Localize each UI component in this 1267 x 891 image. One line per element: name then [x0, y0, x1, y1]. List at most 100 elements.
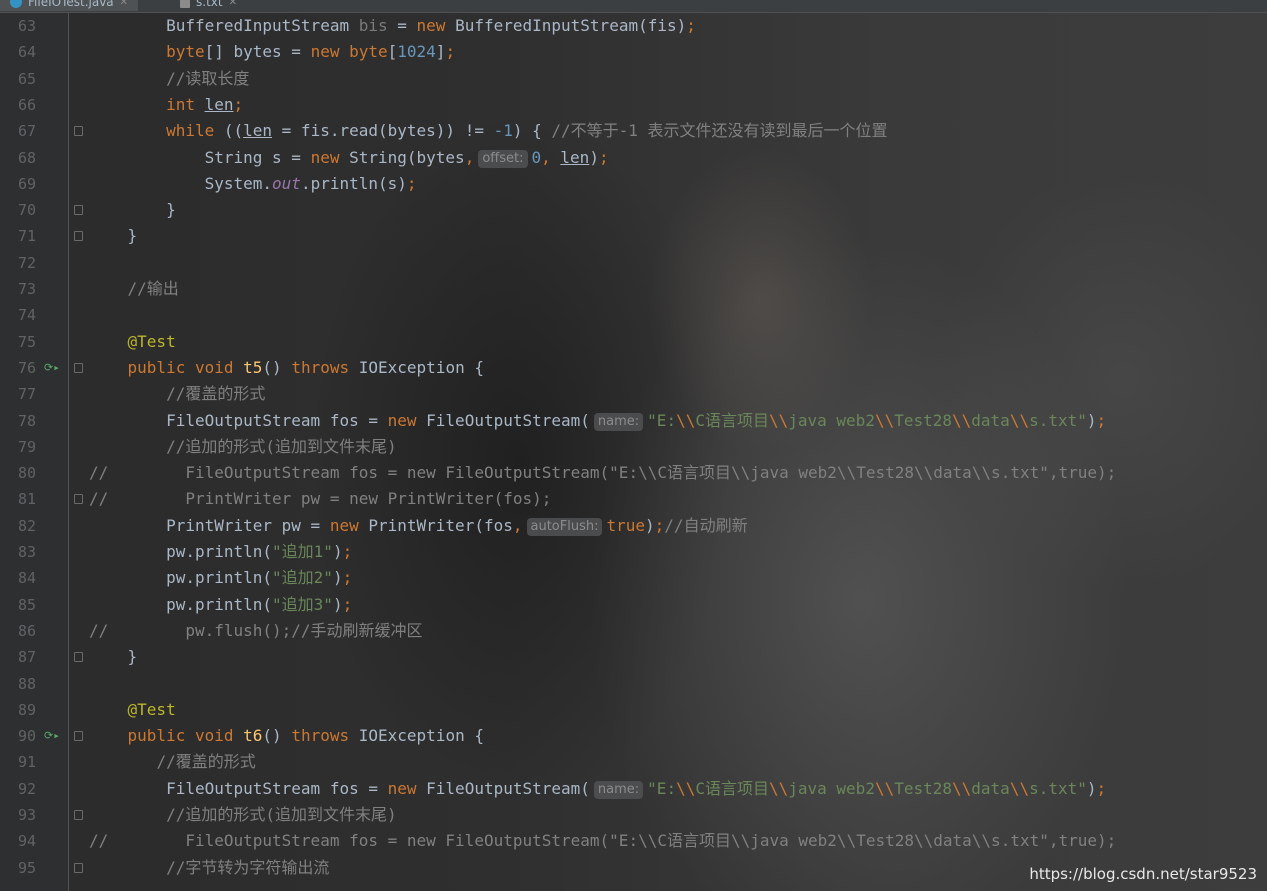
code-line[interactable]: 74: [0, 302, 1267, 328]
code-line[interactable]: 73 //输出: [0, 276, 1267, 302]
fold-marker-icon[interactable]: [74, 205, 83, 216]
line-number[interactable]: 93: [0, 802, 36, 828]
code-line[interactable]: 84 pw.println("追加2");: [0, 565, 1267, 591]
code-line[interactable]: 78 FileOutputStream fos = new FileOutput…: [0, 408, 1267, 434]
code-line[interactable]: 79 //追加的形式(追加到文件末尾): [0, 434, 1267, 460]
run-test-icon[interactable]: ⟳▸: [44, 729, 60, 743]
code-text[interactable]: pw.println("追加1");: [89, 539, 352, 565]
line-number[interactable]: 85: [0, 592, 36, 618]
line-number[interactable]: 77: [0, 381, 36, 407]
code-line[interactable]: 77 //覆盖的形式: [0, 381, 1267, 407]
line-number[interactable]: 81: [0, 486, 36, 512]
line-number[interactable]: 64: [0, 39, 36, 65]
code-text[interactable]: }: [89, 644, 138, 670]
fold-marker-icon[interactable]: [74, 862, 83, 873]
line-number[interactable]: 89: [0, 697, 36, 723]
code-line[interactable]: 68 String s = new String(bytes, offset: 0,…: [0, 145, 1267, 171]
line-number[interactable]: 78: [0, 408, 36, 434]
code-text[interactable]: }: [89, 223, 138, 249]
code-editor[interactable]: 63 BufferedInputStream bis = new Buffere…: [0, 13, 1267, 891]
tab-s-txt[interactable]: s.txt ✕: [170, 0, 247, 11]
code-line[interactable]: 83 pw.println("追加1");: [0, 539, 1267, 565]
code-line[interactable]: 91 //覆盖的形式: [0, 749, 1267, 775]
code-text[interactable]: public void t5() throws IOException {: [89, 355, 484, 381]
close-icon[interactable]: ✕: [229, 0, 237, 8]
line-number[interactable]: 70: [0, 197, 36, 223]
code-line[interactable]: 87 }: [0, 644, 1267, 670]
code-line[interactable]: 64 byte[] bytes = new byte[1024];: [0, 39, 1267, 65]
line-number[interactable]: 94: [0, 828, 36, 854]
line-number[interactable]: 88: [0, 671, 36, 697]
code-line[interactable]: 65 //读取长度: [0, 66, 1267, 92]
line-number[interactable]: 73: [0, 276, 36, 302]
code-text[interactable]: String s = new String(bytes, offset: 0, le…: [89, 145, 609, 171]
code-text[interactable]: //覆盖的形式: [89, 749, 255, 775]
line-number[interactable]: 90: [0, 723, 36, 749]
code-line[interactable]: 92 FileOutputStream fos = new FileOutput…: [0, 776, 1267, 802]
line-number[interactable]: 92: [0, 776, 36, 802]
code-text[interactable]: FileOutputStream fos = new FileOutputStr…: [89, 408, 1106, 434]
code-text[interactable]: public void t6() throws IOException {: [89, 723, 484, 749]
code-text[interactable]: //输出: [89, 276, 179, 302]
line-number[interactable]: 83: [0, 539, 36, 565]
code-line[interactable]: 93 //追加的形式(追加到文件末尾): [0, 802, 1267, 828]
code-text[interactable]: @Test: [89, 697, 176, 723]
code-text[interactable]: // PrintWriter pw = new PrintWriter(fos)…: [89, 486, 551, 512]
line-number[interactable]: 74: [0, 302, 36, 328]
close-icon[interactable]: ✕: [120, 0, 128, 8]
fold-marker-icon[interactable]: [74, 362, 83, 373]
code-line[interactable]: 69 System.out.println(s);: [0, 171, 1267, 197]
code-line[interactable]: 71 }: [0, 223, 1267, 249]
code-line[interactable]: 88: [0, 671, 1267, 697]
fold-marker-icon[interactable]: [74, 810, 83, 820]
code-text[interactable]: //追加的形式(追加到文件末尾): [89, 802, 397, 828]
code-line[interactable]: 89 @Test: [0, 697, 1267, 723]
code-line[interactable]: 76 ⟳▸ public void t5() throws IOException…: [0, 355, 1267, 381]
code-line[interactable]: 72: [0, 250, 1267, 276]
line-number[interactable]: 84: [0, 565, 36, 591]
fold-marker-icon[interactable]: [74, 231, 83, 242]
code-text[interactable]: pw.println("追加2");: [89, 565, 352, 591]
line-number[interactable]: 72: [0, 250, 36, 276]
line-number[interactable]: 86: [0, 618, 36, 644]
line-number[interactable]: 63: [0, 13, 36, 39]
fold-marker-icon[interactable]: [74, 652, 83, 663]
fold-marker-icon[interactable]: [74, 731, 83, 742]
code-text[interactable]: }: [89, 197, 176, 223]
code-text[interactable]: //覆盖的形式: [89, 381, 265, 407]
code-line[interactable]: 81 // PrintWriter pw = new PrintWriter(fo…: [0, 486, 1267, 512]
line-number[interactable]: 75: [0, 329, 36, 355]
code-line[interactable]: 86 // pw.flush();//手动刷新缓冲区: [0, 618, 1267, 644]
line-number[interactable]: 66: [0, 92, 36, 118]
line-number[interactable]: 87: [0, 644, 36, 670]
code-text[interactable]: //字节转为字符输出流: [89, 855, 329, 881]
code-text[interactable]: //追加的形式(追加到文件末尾): [89, 434, 397, 460]
line-number[interactable]: 69: [0, 171, 36, 197]
line-number[interactable]: 67: [0, 118, 36, 144]
code-line[interactable]: 94 // FileOutputStream fos = new FileOutp…: [0, 828, 1267, 854]
code-text[interactable]: pw.println("追加3");: [89, 592, 352, 618]
code-line[interactable]: 63 BufferedInputStream bis = new Buffere…: [0, 13, 1267, 39]
line-number[interactable]: 68: [0, 145, 36, 171]
code-text[interactable]: PrintWriter pw = new PrintWriter(fos, aut…: [89, 513, 748, 539]
line-number[interactable]: 71: [0, 223, 36, 249]
code-line[interactable]: 80 // FileOutputStream fos = new FileOutp…: [0, 460, 1267, 486]
line-number[interactable]: 65: [0, 66, 36, 92]
run-test-icon[interactable]: ⟳▸: [44, 361, 60, 375]
line-number[interactable]: 76: [0, 355, 36, 381]
tab-fileiotest-java[interactable]: FileIOTest.java ✕: [0, 0, 139, 11]
line-number[interactable]: 95: [0, 855, 36, 881]
code-line[interactable]: 70 }: [0, 197, 1267, 223]
code-line[interactable]: 66 int len;: [0, 92, 1267, 118]
code-text[interactable]: // pw.flush();//手动刷新缓冲区: [89, 618, 423, 644]
fold-marker-icon[interactable]: [74, 494, 83, 505]
line-number[interactable]: 80: [0, 460, 36, 486]
line-number[interactable]: 91: [0, 749, 36, 775]
code-text[interactable]: @Test: [89, 329, 176, 355]
code-text[interactable]: // FileOutputStream fos = new FileOutput…: [89, 828, 1116, 854]
line-number[interactable]: 79: [0, 434, 36, 460]
code-line[interactable]: 67 while ((len = fis.read(bytes)) != -1)…: [0, 118, 1267, 144]
code-line[interactable]: 75 @Test: [0, 329, 1267, 355]
code-line[interactable]: 90 ⟳▸ public void t6() throws IOException…: [0, 723, 1267, 749]
code-line[interactable]: 85 pw.println("追加3");: [0, 592, 1267, 618]
